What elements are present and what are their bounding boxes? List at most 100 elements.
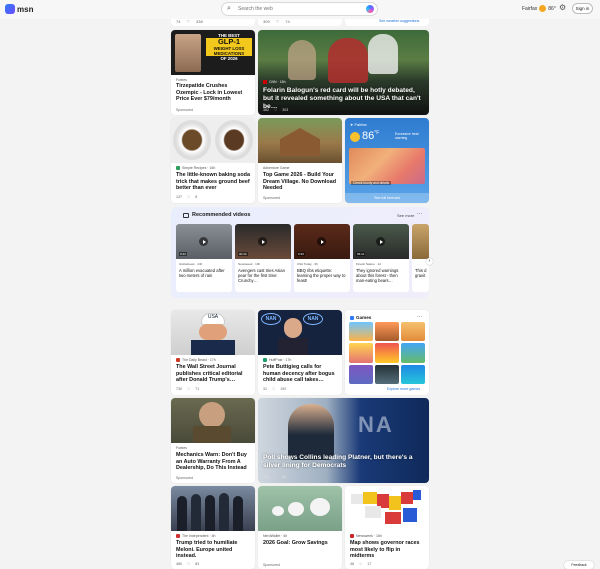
like-count: 480 <box>176 562 182 566</box>
game-tile[interactable] <box>401 343 425 363</box>
games-grid <box>349 322 425 384</box>
collins-hero-card[interactable]: NA Poll shows Collins leading Platner, b… <box>258 398 429 483</box>
heart-icon[interactable]: ♡ <box>187 195 190 199</box>
partial-card[interactable]: 309 ♡ 74 <box>258 19 342 26</box>
buttigieg-photo: NAN NAN <box>258 310 342 355</box>
video-title[interactable]: This d gravit <box>415 268 427 278</box>
full-forecast-link[interactable]: See full forecast <box>345 193 429 203</box>
more-options-icon[interactable]: ··· <box>417 211 422 217</box>
buttigieg-card[interactable]: NAN NAN HuffPost · 17h Pete Buttigieg ca… <box>258 310 342 395</box>
comment-icon[interactable]: ♡ <box>276 19 280 24</box>
temp-value: 86 <box>362 130 375 142</box>
video-card[interactable]: 00:44 Newsweek · 10h Avengers cast tries… <box>235 224 291 292</box>
heart-icon[interactable]: ♡ <box>274 475 277 479</box>
weather-card[interactable]: ➤ Fairfax 86°F Excessive heat warning Ch… <box>345 118 429 203</box>
header-location: Fairfax <box>522 5 538 12</box>
weather-suggestions-link[interactable]: See weather suggestions <box>379 19 419 23</box>
play-icon[interactable] <box>258 237 267 246</box>
chevron-right-icon[interactable]: › <box>426 258 433 265</box>
banner-letters: NA <box>358 412 394 437</box>
governor-card[interactable]: Newsweek · 16h Map shows governor races … <box>345 486 429 569</box>
video-title[interactable]: They ignored warnings about this forest … <box>356 268 407 284</box>
card-stats: 105 ♡ 86 <box>263 475 286 479</box>
comment-count: 83 <box>195 562 200 566</box>
game-tile[interactable] <box>349 364 373 384</box>
hourly-link[interactable]: Check hourly and details <box>351 181 392 185</box>
game-tile[interactable] <box>349 343 373 363</box>
card-title[interactable]: Top Game 2026 - Build Your Dream Village… <box>263 172 337 192</box>
wsj-card[interactable]: USA The Daily Beast · 17h The Wall Stree… <box>171 310 255 395</box>
card-stats: 74 ♡ 338 <box>176 19 203 24</box>
videos-heading: Recommended videos <box>183 212 250 218</box>
games-panel: Games ··· Explore more games <box>345 310 429 395</box>
heart-icon[interactable]: ♡ <box>359 562 362 566</box>
logo-text: msn <box>17 4 34 14</box>
heart-icon[interactable]: ♡ <box>187 387 190 391</box>
like-count: 31 <box>263 387 267 391</box>
play-icon[interactable] <box>317 237 326 246</box>
heart-icon[interactable]: ♡ <box>274 108 277 112</box>
gear-icon[interactable]: ⚙ <box>559 3 566 12</box>
video-card[interactable]: 0:33 USA Today · 9h BBQ ribs etiquette: … <box>294 224 350 292</box>
game-tile[interactable] <box>401 322 425 342</box>
play-icon[interactable] <box>376 237 385 246</box>
partial-card[interactable]: 74 ♡ 338 <box>171 19 255 26</box>
video-title[interactable]: A million evacuated after two meters of … <box>179 268 230 278</box>
msn-logo[interactable]: msn <box>5 4 33 14</box>
bowl-left <box>173 120 211 160</box>
comment-icon[interactable]: ♡ <box>186 19 190 24</box>
weather-map[interactable] <box>349 148 425 184</box>
us-map-image <box>345 486 429 531</box>
video-title[interactable]: Avengers cast tries Asian pear for the f… <box>238 268 289 284</box>
video-thumbnail <box>412 224 429 259</box>
soda-card[interactable]: Simple Recipes · 16h The little-known ba… <box>171 118 255 203</box>
signin-button[interactable]: Sign in <box>572 3 593 14</box>
soccer-hero-card[interactable]: CNN · 18h Folarin Balogun's red card wil… <box>258 30 429 115</box>
game-tile[interactable] <box>401 364 425 384</box>
savings-ad-card[interactable]: NerdWallet · 4h 2026 Goal: Grow Savings … <box>258 486 342 569</box>
glp-ad-card[interactable]: THE BEST GLP-1 WEIGHT LOSS MEDICATIONS O… <box>171 30 255 115</box>
explore-games-link[interactable]: Explore more games <box>387 387 420 391</box>
play-icon[interactable] <box>199 237 208 246</box>
video-icon <box>183 212 189 218</box>
heat-alert[interactable]: Excessive heat warning <box>395 132 425 140</box>
card-title[interactable]: Map shows governor races most likely to … <box>350 540 424 560</box>
game-tile[interactable] <box>375 364 399 384</box>
game-tile[interactable] <box>375 343 399 363</box>
header-weather[interactable]: Fairfax 86° <box>522 5 556 12</box>
card-title[interactable]: Mechanics Warn: Don't Buy an Auto Warran… <box>176 452 250 472</box>
mechanics-ad-card[interactable]: Forbes Mechanics Warn: Don't Buy an Auto… <box>171 398 255 483</box>
search-input[interactable] <box>238 4 358 14</box>
card-stats: 48 ♡ 17 <box>350 562 371 566</box>
doctor-photo <box>175 34 201 72</box>
top-bar: msn ⌕ Fairfax 86° ⚙ Sign in <box>0 0 600 19</box>
card-title[interactable]: The little-known baking soda trick that … <box>176 172 250 192</box>
partial-card[interactable]: See weather suggestions <box>345 19 429 26</box>
copilot-icon[interactable] <box>366 5 374 13</box>
card-source: Simple Recipes · 16h <box>176 166 215 170</box>
video-title[interactable]: BBQ ribs etiquette: learning the proper … <box>297 268 348 284</box>
card-title[interactable]: Pete Buttigieg calls for human decency a… <box>263 364 337 384</box>
card-source: Newsweek · 16h <box>350 534 382 538</box>
video-card[interactable]: 06:11 Kinetic Nature · 1d They ignored w… <box>353 224 409 292</box>
feedback-button[interactable]: Feedback <box>564 561 594 569</box>
card-title[interactable]: Poll shows Collins leading Platner, but … <box>263 454 421 470</box>
heart-icon[interactable]: ♡ <box>272 387 275 391</box>
card-title[interactable]: Trump tried to humiliate Meloni. Europe … <box>176 540 250 560</box>
card-title[interactable]: 2026 Goal: Grow Savings <box>263 540 337 547</box>
more-options-icon[interactable]: ··· <box>417 314 422 320</box>
comment-count: 71 <box>195 387 200 391</box>
game-tile[interactable] <box>349 322 373 342</box>
piggy-bank-image <box>258 486 342 531</box>
search-box[interactable]: ⌕ <box>221 2 378 16</box>
game-ad-card[interactable]: Adventure Game Top Game 2026 - Build You… <box>258 118 342 203</box>
bowl-right <box>215 120 253 160</box>
video-card[interactable]: 0:44 Globalnews · 24h A million evacuate… <box>176 224 232 292</box>
card-title[interactable]: The Wall Street Journal publishes critic… <box>176 364 250 384</box>
game-tile[interactable] <box>375 322 399 342</box>
card-title[interactable]: Tirzepatide Crushes Ozempic - Lock in Lo… <box>176 83 250 103</box>
meloni-card[interactable]: The Independent · 4h Trump tried to humi… <box>171 486 255 569</box>
heart-icon[interactable]: ♡ <box>187 562 190 566</box>
see-more-link[interactable]: See more <box>397 213 414 218</box>
like-count: 105 <box>263 475 269 479</box>
